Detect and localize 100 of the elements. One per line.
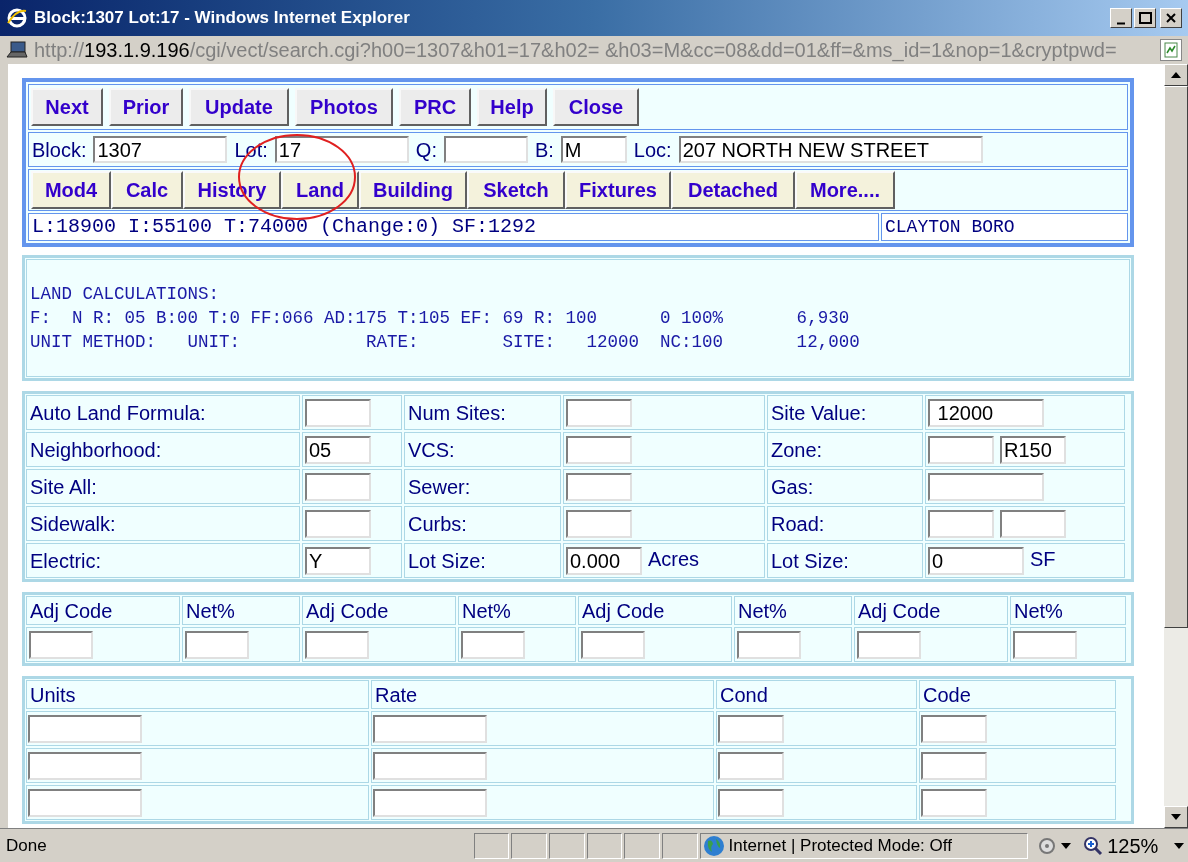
input-field[interactable] [566,435,632,464]
input-field[interactable] [29,630,93,659]
column-header: Units [26,680,369,709]
field-label: Zone: [767,432,923,467]
input-field[interactable] [718,751,784,780]
input-field[interactable] [921,788,987,817]
input-field[interactable] [566,472,632,501]
section-button[interactable]: Mod4 [31,171,111,209]
input-field[interactable] [737,630,801,659]
zoom-button[interactable]: 125% [1081,832,1187,859]
input-field[interactable] [305,509,371,538]
municipality: CLAYTON BORO [881,213,1128,241]
field-label: Road: [767,506,923,541]
input-field[interactable]: 0.000 [566,546,642,575]
input-field[interactable]: Y [305,546,371,575]
field-label: Q: [415,137,437,163]
zoom-icon [1083,835,1104,856]
input-field[interactable] [566,509,632,538]
scroll-down-button[interactable] [1164,806,1188,828]
field-label: Electric: [26,543,300,578]
globe-icon [702,834,725,857]
input-field[interactable] [373,714,487,743]
column-header: Net% [734,596,852,625]
input-field[interactable]: R150 [1000,435,1066,464]
minimize-icon [1117,21,1125,25]
nav-button[interactable]: PRC [399,88,471,126]
nav-button[interactable]: Help [477,88,547,126]
unit-label: Acres [648,547,700,572]
input-field[interactable] [921,751,987,780]
calculation-line: F: N R: 05 B:00 T:0 FF:066 AD:175 T:105 EF: 69 R: 100 0 100% 6,930 [30,307,851,330]
input-field[interactable] [857,630,921,659]
input-field[interactable] [928,509,994,538]
calculation-line: LAND CALCULATIONS: [30,283,221,306]
input-field[interactable]: 1307 [93,136,228,163]
column-header: Adj Code [578,596,732,625]
input-field[interactable]: 0 [928,546,1024,575]
scroll-up-button[interactable] [1164,64,1188,86]
caret-icon [1061,842,1072,849]
status-pane [661,832,698,859]
nav-button[interactable]: Close [553,88,639,126]
input-field[interactable] [305,472,371,501]
input-field[interactable]: M [560,136,627,163]
security-zone: Internet | Protected Mode: Off [728,834,952,857]
input-field[interactable]: 12000 [928,398,1044,427]
input-field[interactable] [566,398,632,427]
browser-logo-icon [6,7,28,29]
summary-values: L:18900 I:55100 T:74000 (Change:0) SF:1292 [28,213,879,241]
field-label: Loc: [633,137,672,163]
field-label: Curbs: [404,506,561,541]
input-field[interactable]: 17 [274,136,409,163]
input-field[interactable] [581,630,645,659]
input-field[interactable] [718,714,784,743]
section-button[interactable]: Land [281,171,359,209]
input-field[interactable] [718,788,784,817]
input-field[interactable] [443,136,528,163]
field-label: Sewer: [404,469,561,504]
caret-icon [1174,842,1185,849]
field-label: Block: [32,137,87,163]
calculation-line: UNIT METHOD: UNIT: RATE: SITE: 12000 NC:100 12,000 [30,331,861,354]
nav-button[interactable]: Prior [109,88,183,126]
section-button[interactable]: More.... [795,171,895,209]
maximize-icon [1137,10,1153,26]
input-field[interactable] [373,751,487,780]
input-field[interactable] [28,788,142,817]
column-header: Net% [1010,596,1126,625]
section-button[interactable]: Calc [111,171,183,209]
nav-button[interactable]: Next [31,88,103,126]
field-label: Auto Land Formula: [26,395,300,430]
column-header: Code [919,680,1116,709]
down-arrow-icon [1171,814,1181,820]
input-field[interactable] [1000,509,1066,538]
input-field[interactable]: 207 NORTH NEW STREET [678,136,983,163]
section-button[interactable]: Building [359,171,467,209]
nav-button[interactable]: Update [189,88,289,126]
scroll-thumb[interactable] [1164,86,1188,628]
column-header: Net% [458,596,576,625]
scrollbar[interactable] [1164,64,1188,828]
close-button[interactable] [1160,8,1182,28]
maximize-button[interactable] [1134,8,1156,28]
input-field[interactable] [928,472,1044,501]
input-field[interactable] [1013,630,1077,659]
input-field[interactable] [305,398,371,427]
input-field[interactable] [28,751,142,780]
input-field[interactable] [921,714,987,743]
input-field[interactable] [373,788,487,817]
compatibility-view-button[interactable] [1160,39,1182,61]
column-header: Cond [716,680,917,709]
input-field[interactable] [305,630,369,659]
status-pane [511,832,548,859]
input-field[interactable]: 05 [305,435,371,464]
input-field[interactable] [28,714,142,743]
input-field[interactable] [928,435,994,464]
input-field[interactable] [461,630,525,659]
input-field[interactable] [185,630,249,659]
section-button[interactable]: Fixtures [565,171,671,209]
nav-button[interactable]: Photos [295,88,393,126]
minimize-button[interactable] [1110,8,1132,28]
section-button[interactable]: Detached [671,171,795,209]
field-label: Sidewalk: [26,506,300,541]
section-button[interactable]: Sketch [467,171,565,209]
